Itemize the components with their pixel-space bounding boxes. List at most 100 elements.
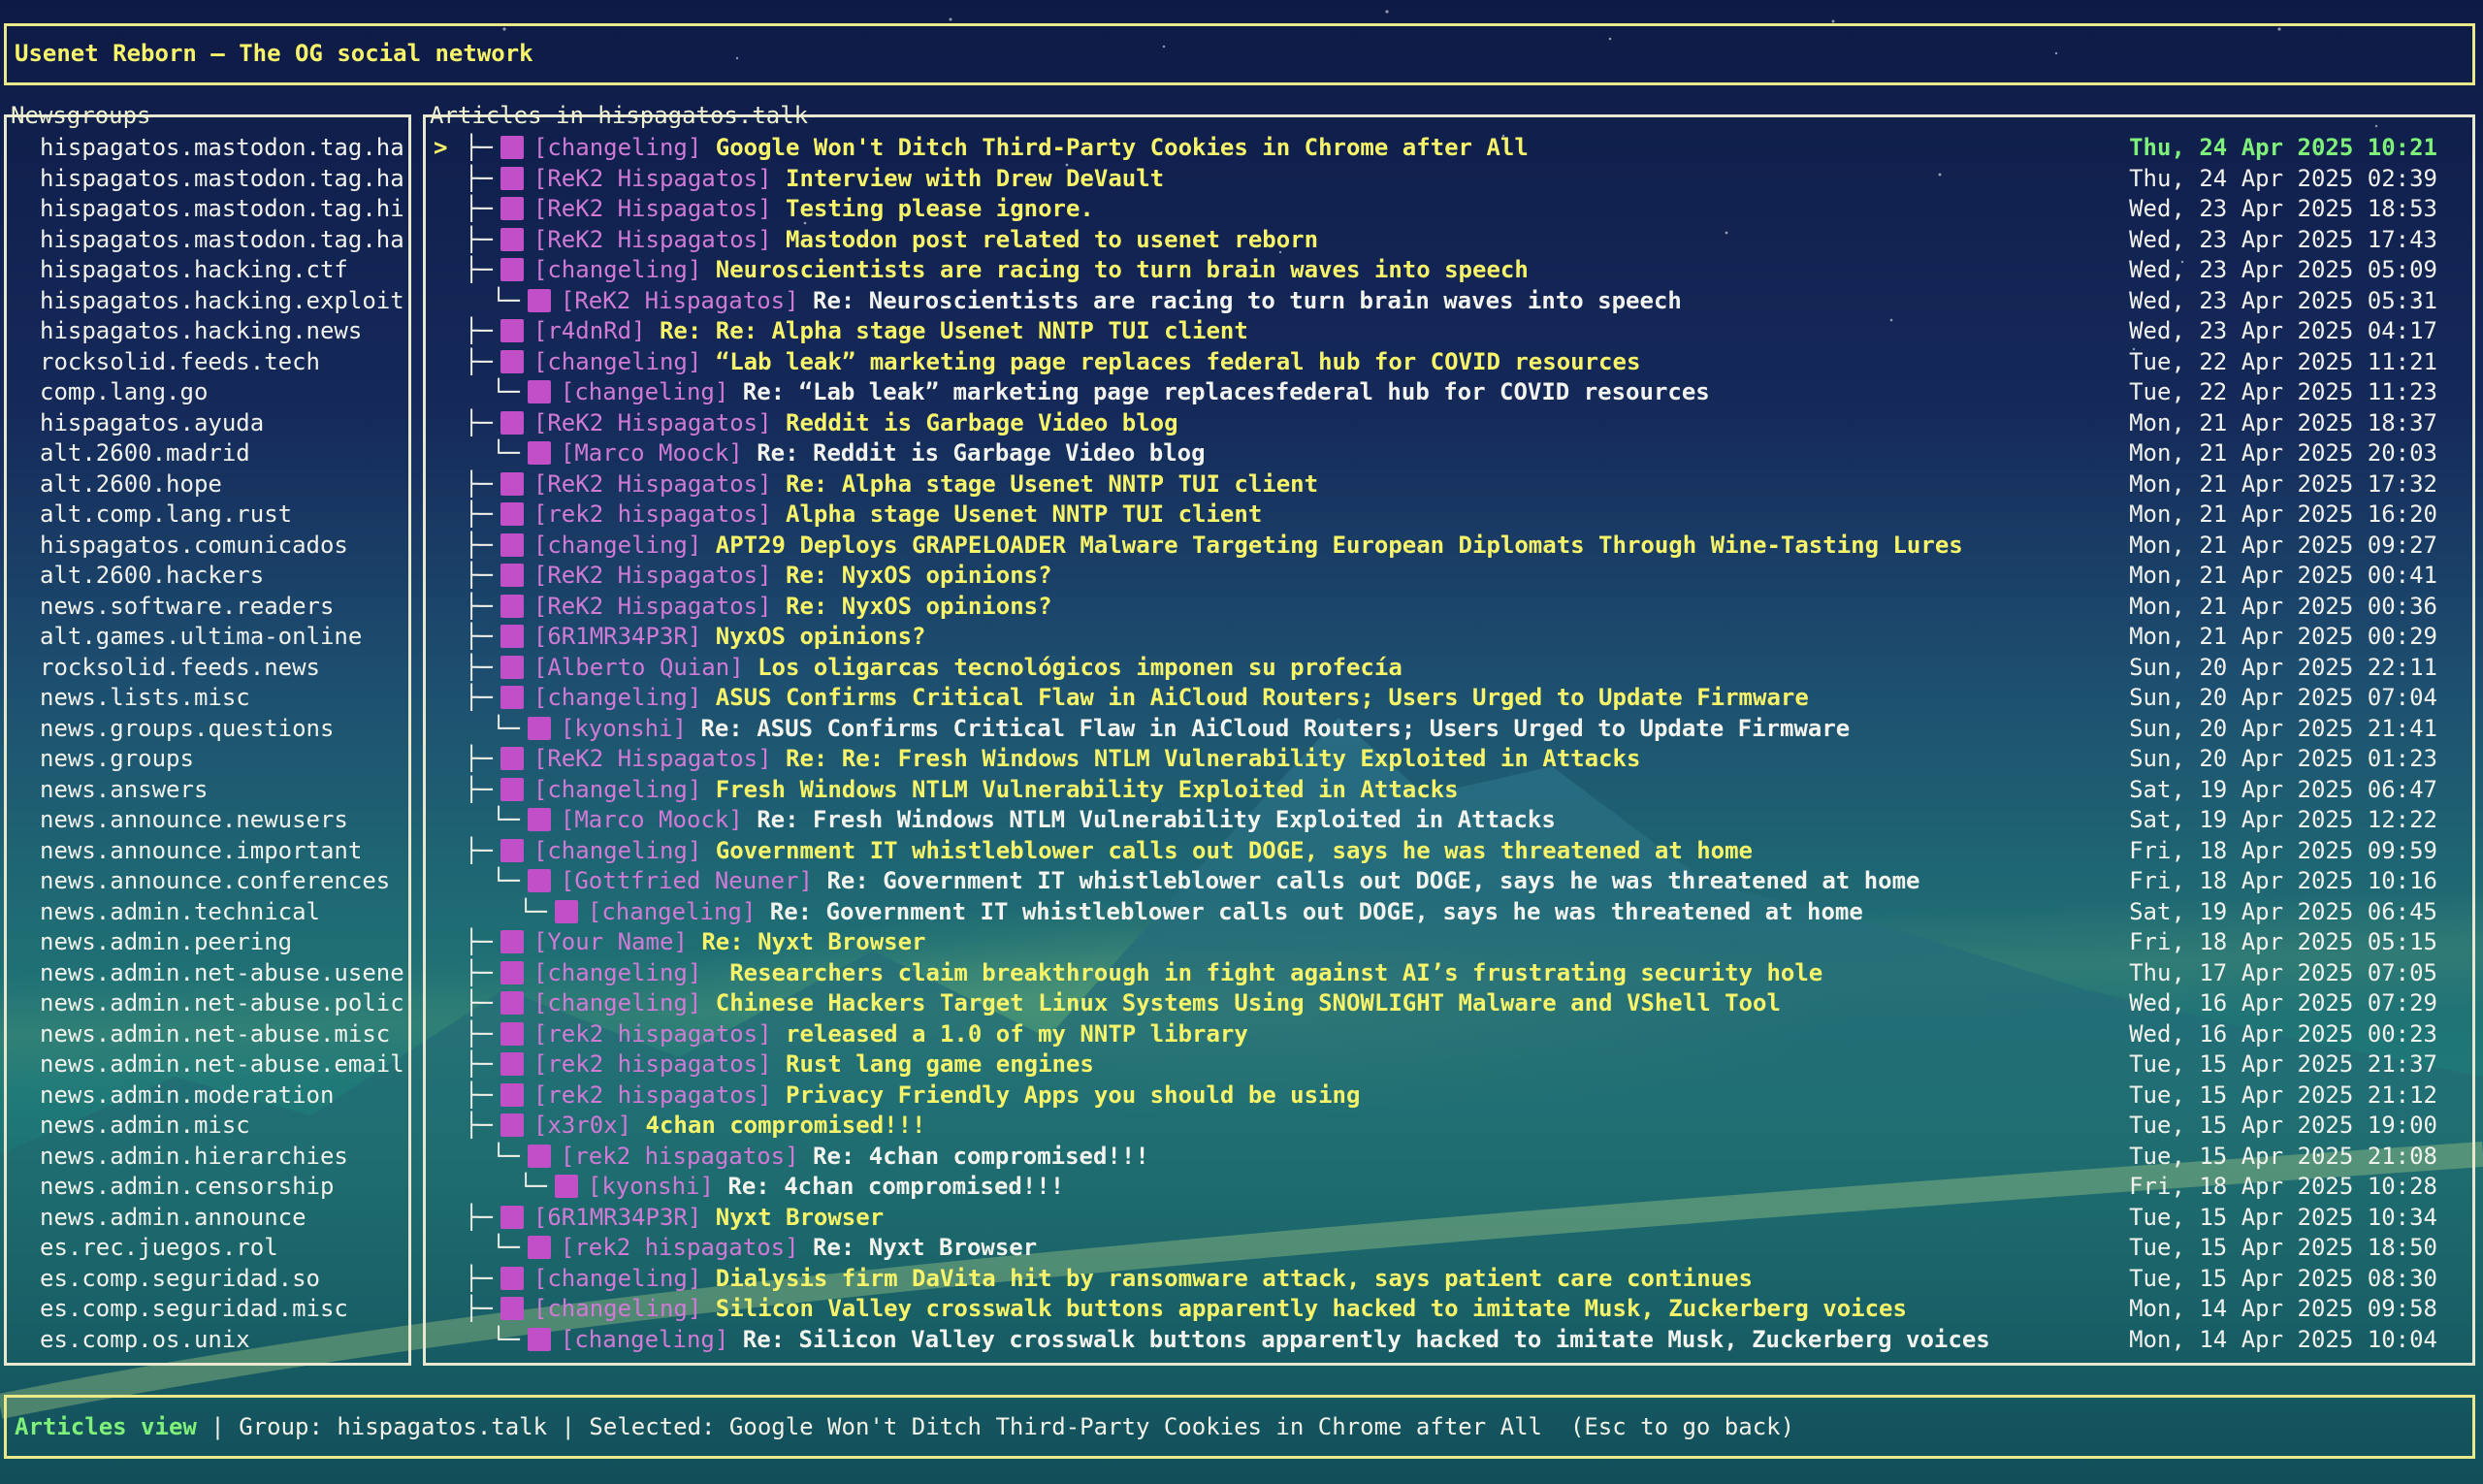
newsgroup-item[interactable]: alt.comp.lang.rust — [40, 500, 410, 531]
article-row[interactable]: └─ [rek2 hispagatos] Re: 4chan compromise… — [426, 1142, 2472, 1173]
article-author: [changeling] — [587, 897, 757, 925]
article-row[interactable]: ├─ [Your Name] Re: Nyxt Browser Fri, 18 Ap… — [426, 927, 2472, 958]
article-square-icon — [527, 1327, 551, 1351]
article-row[interactable]: ├─ [changeling] Dialysis firm DaVita hit … — [426, 1264, 2472, 1295]
article-date: Sun, 20 Apr 2025 22:11 — [2129, 653, 2437, 681]
newsgroup-item[interactable]: news.groups — [40, 744, 410, 775]
article-row[interactable]: └─ [Gottfried Neuner] Re: Government IT w… — [426, 866, 2472, 897]
article-row[interactable]: └─ [changeling] Re: Silicon Valley crossw… — [426, 1325, 2472, 1356]
article-date: Fri, 18 Apr 2025 09:59 — [2129, 836, 2437, 864]
article-row[interactable]: ├─ [Alberto Quian] Los oligarcas tecnológ… — [426, 653, 2472, 684]
article-row[interactable]: ├─ [rek2 hispagatos] released a 1.0 of my… — [426, 1019, 2472, 1050]
article-row[interactable]: ├─ [changeling] Chinese Hackers Target Li… — [426, 988, 2472, 1019]
newsgroup-item[interactable]: hispagatos.hacking.news — [40, 316, 410, 347]
article-row[interactable]: ├─ [rek2 hispagatos] Privacy Friendly App… — [426, 1081, 2472, 1112]
newsgroup-item[interactable]: rocksolid.feeds.tech — [40, 347, 410, 378]
article-row[interactable]: ├─ [changeling] ASUS Confirms Critical Fl… — [426, 683, 2472, 714]
article-row[interactable]: └─ [kyonshi] Re: 4chan compromised!!! Fri,… — [426, 1172, 2472, 1203]
newsgroup-item[interactable]: news.groups.questions — [40, 714, 410, 745]
article-row[interactable]: ├─ [changeling] Silicon Valley crosswalk … — [426, 1294, 2472, 1325]
newsgroup-item[interactable]: hispagatos.mastodon.tag.ha — [40, 164, 410, 195]
newsgroup-item[interactable]: news.admin.censorship — [40, 1172, 410, 1203]
article-square-icon — [500, 930, 524, 953]
newsgroup-item[interactable]: hispagatos.comunicados — [40, 531, 410, 562]
article-row[interactable]: ├─ [ReK2 Hispagatos] Re: Re: Fresh Window… — [426, 744, 2472, 775]
newsgroup-item[interactable]: news.admin.net-abuse.email — [40, 1049, 410, 1081]
article-author: [changeling] — [532, 134, 702, 161]
newsgroup-item[interactable]: rocksolid.feeds.news — [40, 653, 410, 684]
thread-tree-connector: ├─ — [465, 195, 493, 222]
article-row[interactable]: ├─ [ReK2 Hispagatos] Reddit is Garbage Vi… — [426, 408, 2472, 439]
newsgroup-item[interactable]: hispagatos.hacking.ctf — [40, 255, 410, 286]
article-row[interactable]: ├─ [changeling] Researchers claim breakth… — [426, 958, 2472, 989]
article-subject: Re: Reddit is Garbage Video blog — [757, 439, 1206, 467]
newsgroup-item[interactable]: hispagatos.mastodon.tag.ha — [40, 225, 410, 256]
article-row[interactable]: ├─ [ReK2 Hispagatos] Re: NyxOS opinions? M… — [426, 592, 2472, 623]
article-square-icon — [500, 1082, 524, 1107]
newsgroup-item[interactable]: hispagatos.hacking.exploit — [40, 286, 410, 317]
article-row[interactable]: └─ [ReK2 Hispagatos] Re: Neuroscientists … — [426, 286, 2472, 317]
article-row[interactable]: ├─ [ReK2 Hispagatos] Interview with Drew … — [426, 164, 2472, 195]
newsgroup-item[interactable]: es.comp.seguridad.misc — [40, 1294, 410, 1325]
newsgroup-item[interactable]: news.software.readers — [40, 592, 410, 623]
article-row[interactable]: > ├─ [changeling] Google Won't Ditch Third… — [426, 133, 2472, 164]
newsgroup-item[interactable]: news.admin.hierarchies — [40, 1142, 410, 1173]
newsgroup-item[interactable]: hispagatos.mastodon.tag.hi — [40, 194, 410, 225]
article-row[interactable]: ├─ [changeling] “Lab leak” marketing page… — [426, 347, 2472, 378]
newsgroup-item[interactable]: alt.2600.madrid — [40, 438, 410, 469]
newsgroup-item[interactable]: comp.lang.go — [40, 377, 410, 408]
newsgroup-item[interactable]: es.rec.juegos.rol — [40, 1233, 410, 1264]
article-row[interactable]: └─ [Marco Moock] Re: Fresh Windows NTLM V… — [426, 805, 2472, 836]
newsgroup-item[interactable]: alt.2600.hope — [40, 469, 410, 500]
article-row[interactable]: ├─ [6R1MR34P3R] Nyxt Browser Tue, 15 Apr 2… — [426, 1203, 2472, 1234]
article-date: Wed, 16 Apr 2025 07:29 — [2129, 989, 2437, 1016]
article-subject: Reddit is Garbage Video blog — [786, 408, 1178, 436]
status-bar: Articles view | Group: hispagatos.talk |… — [4, 1395, 2475, 1459]
newsgroup-item[interactable]: news.admin.peering — [40, 927, 410, 958]
article-row[interactable]: └─ [changeling] Re: “Lab leak” marketing … — [426, 377, 2472, 408]
article-row[interactable]: ├─ [r4dnRd] Re: Re: Alpha stage Usenet NN… — [426, 316, 2472, 347]
article-row[interactable]: ├─ [ReK2 Hispagatos] Re: NyxOS opinions? M… — [426, 561, 2472, 592]
article-row[interactable]: ├─ [ReK2 Hispagatos] Testing please ignor… — [426, 194, 2472, 225]
article-row[interactable]: ├─ [rek2 hispagatos] Alpha stage Usenet N… — [426, 500, 2472, 531]
article-row[interactable]: ├─ [changeling] Neuroscientists are racin… — [426, 255, 2472, 286]
newsgroup-item[interactable]: hispagatos.mastodon.tag.ha — [40, 133, 410, 164]
article-row[interactable]: ├─ [rek2 hispagatos] Rust lang game engin… — [426, 1049, 2472, 1081]
newsgroup-item[interactable]: news.announce.newusers — [40, 805, 410, 836]
article-date: Thu, 17 Apr 2025 07:05 — [2129, 958, 2437, 986]
article-row[interactable]: ├─ [x3r0x] 4chan compromised!!! Tue, 15 Ap… — [426, 1111, 2472, 1142]
newsgroup-item[interactable]: hispagatos.ayuda — [40, 408, 410, 439]
article-date: Sun, 20 Apr 2025 07:04 — [2129, 684, 2437, 711]
thread-tree-connector: ├─ — [465, 958, 493, 986]
article-row[interactable]: └─ [rek2 hispagatos] Re: Nyxt Browser Tue,… — [426, 1233, 2472, 1264]
newsgroup-item[interactable]: news.admin.announce — [40, 1203, 410, 1234]
article-square-icon — [500, 747, 524, 770]
newsgroup-item[interactable]: news.admin.technical — [40, 897, 410, 928]
newsgroup-item[interactable]: news.admin.net-abuse.polic — [40, 988, 410, 1019]
article-date: Wed, 23 Apr 2025 18:53 — [2129, 195, 2437, 222]
article-row[interactable]: ├─ [ReK2 Hispagatos] Re: Alpha stage Usen… — [426, 469, 2472, 500]
newsgroup-item[interactable]: news.answers — [40, 775, 410, 806]
article-row[interactable]: ├─ [ReK2 Hispagatos] Mastodon post relate… — [426, 225, 2472, 256]
newsgroup-item[interactable]: es.comp.seguridad.so — [40, 1264, 410, 1295]
newsgroup-item[interactable]: alt.games.ultima-online — [40, 622, 410, 653]
newsgroup-item[interactable]: news.lists.misc — [40, 683, 410, 714]
article-row[interactable]: ├─ [changeling] Fresh Windows NTLM Vulner… — [426, 775, 2472, 806]
article-row[interactable]: ├─ [changeling] Government IT whistleblow… — [426, 836, 2472, 867]
newsgroup-item[interactable]: es.comp.os.unix — [40, 1325, 410, 1356]
newsgroup-item[interactable]: news.admin.net-abuse.usene — [40, 958, 410, 989]
article-square-icon — [500, 991, 524, 1015]
newsgroup-item[interactable]: news.admin.misc — [40, 1111, 410, 1142]
article-row[interactable]: ├─ [6R1MR34P3R] NyxOS opinions? Mon, 21 Ap… — [426, 622, 2472, 653]
newsgroup-item[interactable]: news.announce.important — [40, 836, 410, 867]
article-author: [ReK2 Hispagatos] — [532, 164, 772, 192]
newsgroup-item[interactable]: news.announce.conferences — [40, 866, 410, 897]
newsgroup-item[interactable]: news.admin.net-abuse.misc — [40, 1019, 410, 1050]
article-row[interactable]: └─ [changeling] Re: Government IT whistle… — [426, 897, 2472, 928]
newsgroup-item[interactable]: news.admin.moderation — [40, 1081, 410, 1112]
article-row[interactable]: └─ [Marco Moock] Re: Reddit is Garbage Vi… — [426, 438, 2472, 469]
article-row[interactable]: └─ [kyonshi] Re: ASUS Confirms Critical F… — [426, 714, 2472, 745]
article-subject: Google Won't Ditch Third-Party Cookies i… — [715, 134, 1529, 161]
article-row[interactable]: ├─ [changeling] APT29 Deploys GRAPELOADER… — [426, 531, 2472, 562]
newsgroup-item[interactable]: alt.2600.hackers — [40, 561, 410, 592]
